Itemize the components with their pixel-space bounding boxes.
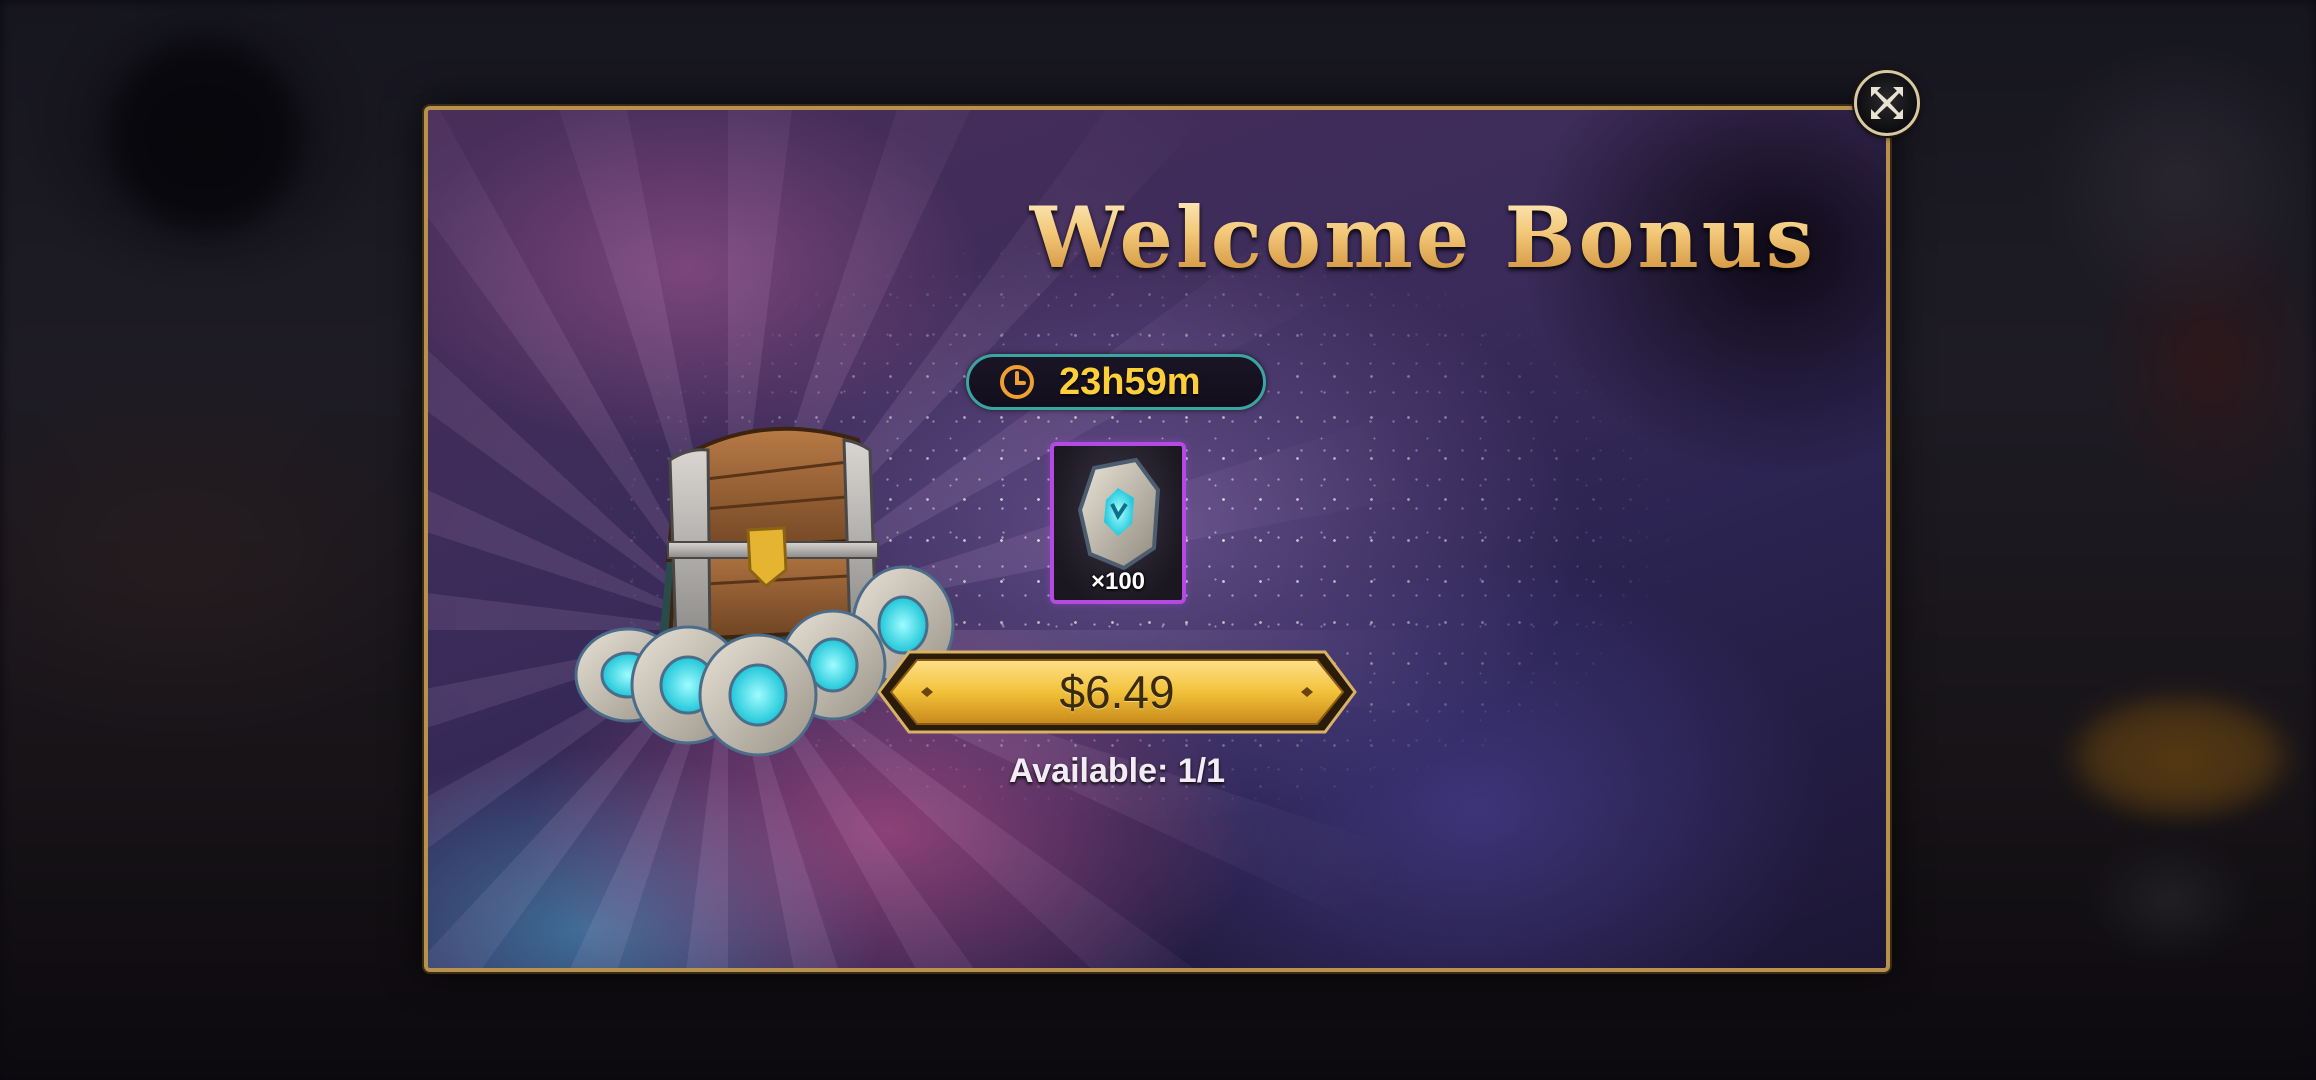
purchase-button[interactable]: $6.49 [875, 648, 1359, 736]
dialog-title: Welcome Bonus [1028, 188, 1816, 287]
close-icon [1871, 87, 1903, 119]
clock-icon [1000, 365, 1034, 399]
timer-text: 23h59m [1059, 360, 1201, 403]
reward-quantity: ×100 [1090, 568, 1146, 595]
rune-stone-icon [1077, 457, 1161, 571]
price-label: $6.49 [1059, 666, 1175, 718]
close-button[interactable] [1854, 70, 1920, 136]
reward-item[interactable]: ×100 [1050, 442, 1186, 604]
availability-text: Available: 1/1 [1008, 752, 1226, 790]
offer-timer: 23h59m [966, 354, 1266, 410]
